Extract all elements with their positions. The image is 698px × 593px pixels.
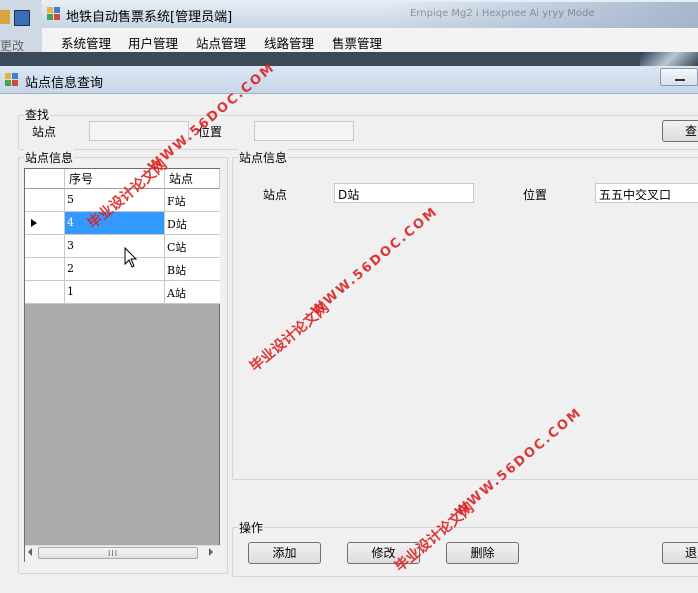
detail-station-label: 站点	[263, 188, 288, 202]
row-header[interactable]	[25, 258, 65, 281]
flag-icon[interactable]	[0, 10, 10, 24]
scrollbar-grip: III	[108, 549, 119, 558]
search-button[interactable]: 查	[662, 120, 698, 142]
menu-lines[interactable]: 线路管理	[264, 33, 314, 52]
minimize-button[interactable]	[660, 68, 698, 86]
station-list-group-title: 站点信息	[24, 149, 75, 166]
dialog-title: 站点信息查询	[25, 76, 104, 91]
scroll-left-icon[interactable]	[28, 548, 32, 556]
table-row-selected[interactable]: 4 D站	[25, 212, 220, 235]
cell-station[interactable]: B站	[165, 258, 220, 281]
menu-system[interactable]: 系统管理	[61, 33, 111, 52]
search-group-title: 查找	[24, 106, 51, 123]
cell-station[interactable]: C站	[165, 235, 220, 258]
cell-station[interactable]: A站	[165, 281, 220, 304]
detail-location-label: 位置	[523, 188, 548, 202]
mouse-cursor-icon	[124, 247, 138, 268]
row-header[interactable]	[25, 189, 65, 212]
cell-id[interactable]: 1	[65, 281, 165, 304]
column-header-station[interactable]: 站点	[165, 169, 220, 189]
table-row[interactable]: 1 A站	[25, 281, 220, 304]
menu-tickets[interactable]: 售票管理	[332, 33, 382, 52]
detail-location-input[interactable]: 五五中交叉口	[595, 183, 698, 203]
background-desktop	[0, 52, 640, 66]
background-window-title: 地铁自动售票系统[管理员端]	[66, 10, 233, 25]
grid-corner-header[interactable]	[25, 169, 65, 189]
exit-button[interactable]: 退	[662, 542, 698, 564]
save-icon[interactable]	[14, 10, 30, 26]
actions-group-title: 操作	[238, 519, 265, 536]
row-header[interactable]	[25, 235, 65, 258]
cell-station[interactable]: D站	[165, 212, 220, 235]
app-icon	[5, 73, 18, 86]
detail-station-input[interactable]: D站	[334, 183, 474, 203]
table-row[interactable]: 3 C站	[25, 235, 220, 258]
app-icon	[47, 7, 60, 20]
cell-id[interactable]: 2	[65, 258, 165, 281]
row-header-current[interactable]	[25, 212, 65, 235]
blurred-tab-text: Ernpiqe Mg2 i Hexpnee Ai yryy Mode	[410, 8, 595, 19]
search-station-label: 站点	[32, 125, 57, 139]
menu-stations[interactable]: 站点管理	[196, 33, 246, 52]
cell-id[interactable]: 3	[65, 235, 165, 258]
current-row-arrow-icon	[31, 219, 37, 227]
row-header[interactable]	[25, 281, 65, 304]
cell-station[interactable]: F站	[165, 189, 220, 212]
scroll-right-icon[interactable]	[209, 548, 213, 556]
dialog-titlebar[interactable]	[0, 66, 698, 94]
search-location-input[interactable]	[254, 121, 354, 141]
delete-button[interactable]: 删除	[446, 542, 519, 564]
table-row[interactable]: 2 B站	[25, 258, 220, 281]
menu-users[interactable]: 用户管理	[128, 33, 178, 52]
add-button[interactable]: 添加	[248, 542, 321, 564]
station-detail-group-title: 站点信息	[238, 149, 289, 166]
